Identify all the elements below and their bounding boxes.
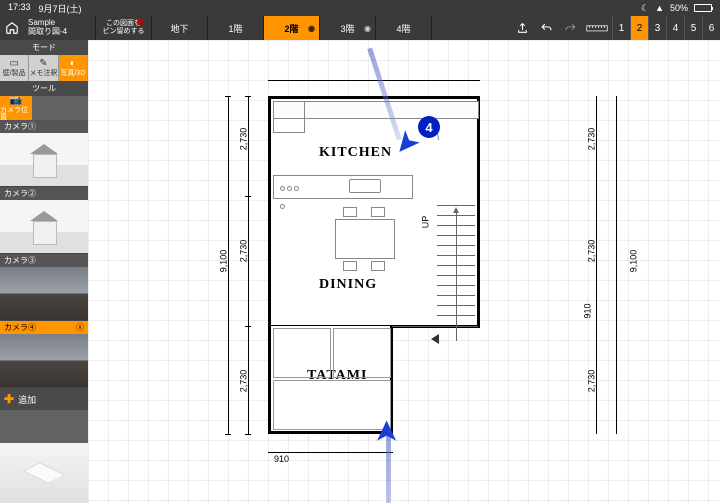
dim-label: 9,100 bbox=[628, 250, 638, 273]
chair bbox=[343, 261, 357, 271]
camera-badge[interactable]: 4 bbox=[418, 116, 440, 138]
view-tab-5[interactable]: 5 bbox=[684, 16, 702, 40]
dim-label: 2,730 bbox=[238, 370, 248, 393]
room-label-kitchen: KITCHEN bbox=[319, 145, 392, 161]
dnd-icon: ☾ bbox=[641, 3, 649, 14]
view-tab-4[interactable]: 4 bbox=[666, 16, 684, 40]
fridge bbox=[273, 101, 305, 133]
camera-item-2[interactable]: カメラ② bbox=[0, 187, 88, 254]
mode-tab-wall[interactable]: ▭壁/製品 bbox=[0, 55, 29, 81]
floor-tab-basement[interactable]: 地下 bbox=[152, 16, 208, 40]
up-label: UP bbox=[420, 216, 430, 229]
camera-icon: 📷 bbox=[10, 96, 22, 106]
stair-landing bbox=[392, 326, 478, 362]
chair bbox=[371, 261, 385, 271]
tatami-mat bbox=[333, 328, 391, 378]
redo-icon[interactable] bbox=[558, 16, 582, 40]
camera-item-4[interactable]: カメラ④ⓧ bbox=[0, 321, 88, 388]
dim-label: 2,730 bbox=[586, 240, 596, 263]
wall-icon: ▭ bbox=[9, 59, 18, 69]
camera-pointer-arrow-icon: ➤ bbox=[369, 419, 404, 444]
sidebar: モード ▭壁/製品 ✎メモ注釈 ◐写真/3D ツール 📷カメラ位置 カメラ① カ… bbox=[0, 40, 88, 503]
status-bar: 17:33 9月7日(土) ☾ ▲ 50% bbox=[0, 0, 720, 16]
eye-icon: ◉ bbox=[364, 24, 371, 33]
pin-button[interactable]: この図面を ピン留めする bbox=[96, 16, 152, 40]
memo-icon: ✎ bbox=[39, 59, 47, 69]
camera-item-3[interactable]: カメラ③ bbox=[0, 254, 88, 321]
title-line2: 間取り図-4 bbox=[28, 28, 91, 37]
share-icon[interactable] bbox=[510, 16, 534, 40]
dim-label: 910 bbox=[583, 303, 593, 318]
plus-icon: ✚ bbox=[4, 392, 14, 406]
ruler-icon[interactable] bbox=[582, 16, 612, 40]
view-3d-preview[interactable] bbox=[0, 443, 88, 503]
stove bbox=[279, 179, 305, 195]
floor-tab-2f[interactable]: 2階◉ bbox=[264, 16, 320, 40]
tatami-mat bbox=[273, 328, 331, 378]
dim-line bbox=[268, 452, 393, 453]
dining-table bbox=[335, 219, 395, 259]
status-time: 17:33 bbox=[8, 2, 31, 15]
floorplan-canvas[interactable]: 9,100 2,730 2,730 2,730 9,100 2,730 2,73… bbox=[88, 40, 720, 503]
camera-list: カメラ① カメラ② カメラ③ カメラ④ⓧ ✚追加 bbox=[0, 120, 88, 443]
mode-tab-photo[interactable]: ◐写真/3D bbox=[59, 55, 88, 81]
home-button[interactable] bbox=[0, 16, 24, 40]
view-tab-1[interactable]: 1 bbox=[612, 16, 630, 40]
dim-label: 2,730 bbox=[238, 240, 248, 263]
floor-tab-3f[interactable]: 3階◉ bbox=[320, 16, 376, 40]
tool-header: ツール bbox=[0, 81, 88, 96]
dim-line bbox=[616, 96, 617, 434]
status-date: 9月7日(土) bbox=[39, 2, 82, 15]
dim-label: 2,730 bbox=[586, 128, 596, 151]
add-camera-button[interactable]: ✚追加 bbox=[0, 388, 88, 410]
floor-plan: 9,100 2,730 2,730 2,730 9,100 2,730 2,73… bbox=[218, 76, 498, 456]
room-label-dining: DINING bbox=[319, 277, 377, 293]
camera-thumb bbox=[0, 334, 88, 388]
view-tab-3[interactable]: 3 bbox=[648, 16, 666, 40]
dim-line bbox=[268, 80, 480, 81]
floor-tab-4f[interactable]: 4階 bbox=[376, 16, 432, 40]
battery-percent: 50% bbox=[670, 3, 688, 13]
sink bbox=[349, 179, 381, 193]
view-tab-6[interactable]: 6 bbox=[702, 16, 720, 40]
camera-thumb bbox=[0, 133, 88, 187]
mode-header: モード bbox=[0, 40, 88, 55]
pin-indicator-icon bbox=[137, 19, 143, 25]
dim-label: 9,100 bbox=[218, 250, 228, 273]
camera-item-1[interactable]: カメラ① bbox=[0, 120, 88, 187]
dim-label: 910 bbox=[274, 454, 289, 464]
undo-icon[interactable] bbox=[534, 16, 558, 40]
chair bbox=[371, 207, 385, 217]
floor-tab-1f[interactable]: 1階 bbox=[208, 16, 264, 40]
chair bbox=[343, 207, 357, 217]
close-icon[interactable]: ⓧ bbox=[76, 322, 84, 333]
battery-icon bbox=[694, 4, 712, 12]
room-kitchen-dining: KITCHEN DINING UP bbox=[268, 96, 480, 328]
camera-thumb bbox=[0, 267, 88, 321]
camera-thumb bbox=[0, 200, 88, 254]
photo-icon: ◐ bbox=[70, 59, 76, 69]
room-tatami: TATAMI bbox=[268, 326, 393, 434]
top-toolbar: Sample 間取り図-4 この図面を ピン留めする 地下 1階 2階◉ 3階◉… bbox=[0, 16, 720, 40]
wifi-icon: ▲ bbox=[655, 3, 664, 13]
tool-camera-position[interactable]: 📷カメラ位置 bbox=[0, 96, 32, 120]
eye-icon: ◉ bbox=[308, 24, 315, 33]
view-tab-2[interactable]: 2 bbox=[630, 16, 648, 40]
dim-label: 2,730 bbox=[238, 128, 248, 151]
mode-tab-memo[interactable]: ✎メモ注釈 bbox=[29, 55, 58, 81]
dim-label: 2,730 bbox=[586, 370, 596, 393]
project-title[interactable]: Sample 間取り図-4 bbox=[24, 16, 96, 40]
